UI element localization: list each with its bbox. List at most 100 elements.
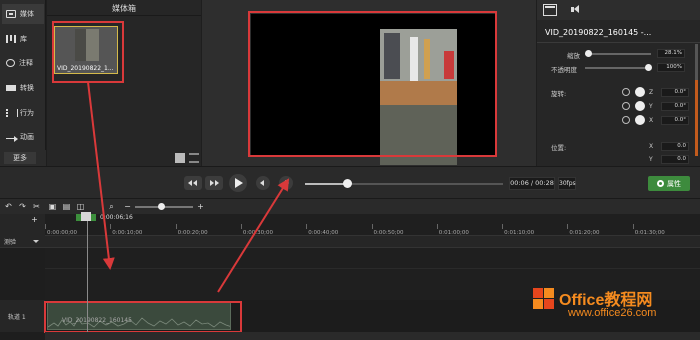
- opacity-slider-track[interactable]: [585, 67, 651, 69]
- position-y-value[interactable]: 0.0: [661, 155, 689, 164]
- scale-slider-track[interactable]: [585, 53, 651, 55]
- audio-tab-icon[interactable]: [569, 4, 583, 16]
- sidebar-item-library[interactable]: 库: [2, 29, 44, 49]
- redo-icon[interactable]: ↷: [18, 203, 27, 211]
- sidebar-item-label: 媒体: [20, 10, 34, 18]
- sidebar-item-label: 动画: [20, 133, 34, 141]
- rotate-y-dial[interactable]: [635, 101, 645, 111]
- rotation-x-value[interactable]: 0.0°: [661, 116, 689, 125]
- properties-tabs: [537, 0, 700, 20]
- canvas-area: [202, 0, 536, 166]
- sidebar-item-annotations[interactable]: 注释: [2, 53, 44, 73]
- divider: [45, 268, 700, 269]
- ruler-tick: [240, 224, 242, 229]
- sidebar-item-label: 库: [20, 35, 27, 43]
- animation-icon: [6, 135, 18, 142]
- clip-name: VID_20190822_160145 -...: [545, 28, 652, 37]
- marker-row: [0, 236, 700, 248]
- opacity-value[interactable]: 100%: [657, 63, 685, 72]
- axis-label: X: [649, 117, 654, 124]
- rotation-y-value[interactable]: 0.0°: [661, 102, 689, 111]
- axis-label: Y: [649, 103, 653, 110]
- scrubber-knob[interactable]: [342, 179, 352, 188]
- properties-button-label: 属性: [667, 179, 681, 188]
- scale-value[interactable]: 28.1%: [657, 49, 685, 58]
- next-button[interactable]: [279, 176, 293, 190]
- playhead-handle[interactable]: [81, 212, 91, 221]
- position-x-value[interactable]: 0.0: [661, 142, 689, 151]
- track-label: 轨道 1: [8, 314, 26, 321]
- sidebar-item-label: 行为: [20, 109, 34, 117]
- ruler-tick: [502, 224, 504, 229]
- video-tab-icon[interactable]: [543, 4, 557, 16]
- forward-icon: [210, 180, 214, 186]
- office-logo-icon: [533, 288, 555, 310]
- position-label: 位置:: [551, 144, 567, 152]
- forward-icon: [215, 180, 219, 186]
- rotate-x-icon: [622, 116, 630, 124]
- media-bin-title: 媒体箱: [112, 4, 136, 13]
- zoom-in-icon[interactable]: +: [196, 203, 205, 211]
- step-forward-button[interactable]: [205, 176, 223, 190]
- rotate-z-dial[interactable]: [635, 87, 645, 97]
- properties-button[interactable]: 属性: [648, 176, 690, 191]
- scale-label: 缩放: [567, 52, 580, 60]
- play-button[interactable]: [229, 174, 247, 192]
- highlight-box-preview: [248, 11, 497, 157]
- ruler-tick: [436, 224, 438, 229]
- fps-display: 30fps: [558, 177, 576, 190]
- divider: [537, 42, 700, 43]
- media-icon: [6, 10, 16, 18]
- chevron-left-icon: [260, 180, 264, 186]
- ruler-tick: [110, 224, 112, 229]
- scrubber-progress: [305, 183, 347, 185]
- highlight-box-clip: [44, 301, 242, 333]
- paste-icon[interactable]: ▤: [62, 203, 71, 211]
- chevron-down-icon[interactable]: [33, 240, 39, 243]
- cut-icon[interactable]: ✂: [32, 203, 41, 211]
- behavior-icon: [6, 109, 18, 117]
- grid-view-icon[interactable]: [175, 153, 185, 163]
- quiz-track-label: 测验: [4, 239, 17, 246]
- rewind-icon: [188, 180, 192, 186]
- ruler-tick: [175, 224, 177, 229]
- split-icon[interactable]: ◫: [76, 203, 85, 211]
- opacity-slider-knob[interactable]: [645, 64, 652, 71]
- step-back-button[interactable]: [184, 176, 202, 190]
- gear-icon: [657, 180, 664, 187]
- playback-bar: 00:06 / 00:28 30fps 属性: [0, 166, 700, 198]
- scale-slider-knob[interactable]: [585, 50, 592, 57]
- highlight-box-media: [52, 21, 124, 83]
- undo-icon[interactable]: ↶: [4, 203, 13, 211]
- properties-scroll-thumb[interactable]: [695, 80, 698, 156]
- zoom-out-icon[interactable]: −: [123, 203, 132, 211]
- more-button[interactable]: 更多: [4, 152, 36, 164]
- sidebar-item-transitions[interactable]: 转换: [2, 78, 44, 98]
- axis-label: Y: [649, 156, 653, 163]
- timeline-ruler[interactable]: 0:00:00;00 0:00:10;00 0:00:20;00 0:00:30;00…: [45, 214, 700, 236]
- playhead-time: 0:00:06;16: [100, 214, 133, 221]
- divider: [47, 15, 201, 16]
- chevron-right-icon: [285, 180, 289, 186]
- zoom-slider-knob[interactable]: [158, 203, 166, 210]
- tool-sidebar: 媒体 库 注释 转换 行为 动画: [0, 0, 46, 166]
- timeline-toolbar: ↶ ↷ ✂ ▣ ▤ ◫ ⌕ − +: [0, 198, 700, 214]
- sidebar-item-behaviors[interactable]: 行为: [2, 103, 44, 123]
- playhead-line: [87, 221, 88, 340]
- sidebar-item-media[interactable]: 媒体: [2, 4, 44, 24]
- timeline-scrollbar[interactable]: [45, 332, 700, 340]
- copy-icon[interactable]: ▣: [48, 203, 57, 211]
- axis-label: X: [649, 143, 654, 150]
- add-track-icon[interactable]: +: [30, 216, 39, 224]
- rotate-y-icon: [622, 102, 630, 110]
- properties-panel: VID_20190822_160145 -... 缩放 28.1% 不透明度 1…: [537, 0, 700, 166]
- ruler-tick: [306, 224, 308, 229]
- library-icon: [6, 35, 16, 43]
- rotate-x-dial[interactable]: [635, 115, 645, 125]
- previous-button[interactable]: [256, 176, 270, 190]
- sidebar-item-animations[interactable]: 动画: [2, 127, 44, 147]
- list-view-icon[interactable]: [189, 153, 199, 163]
- ruler-tick: [632, 224, 634, 229]
- zoom-icon: ⌕: [109, 202, 114, 211]
- rotation-z-value[interactable]: 0.0°: [661, 88, 689, 97]
